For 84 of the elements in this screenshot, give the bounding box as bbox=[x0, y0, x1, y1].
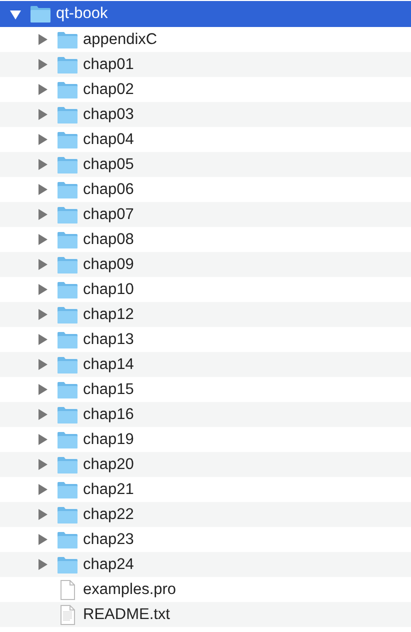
folder-icon bbox=[57, 380, 78, 400]
disclosure-triangle-icon[interactable] bbox=[37, 409, 48, 420]
disclosure-triangle-icon[interactable] bbox=[37, 459, 48, 470]
tree-row[interactable]: chap20 bbox=[0, 452, 411, 477]
item-label: chap02 bbox=[83, 80, 134, 98]
folder-icon bbox=[57, 230, 78, 250]
tree-row[interactable]: README.txt bbox=[0, 602, 411, 627]
tree-row[interactable]: qt-book bbox=[0, 1, 411, 27]
folder-icon bbox=[57, 154, 78, 174]
item-label: chap08 bbox=[83, 230, 134, 248]
tree-row[interactable]: chap12 bbox=[0, 302, 411, 327]
item-label: chap03 bbox=[83, 106, 134, 124]
disclosure-triangle-icon[interactable] bbox=[37, 384, 48, 395]
folder-icon bbox=[57, 54, 78, 74]
disclosure-triangle-icon[interactable] bbox=[37, 209, 48, 220]
disclosure-triangle-icon[interactable] bbox=[10, 8, 21, 20]
item-label: chap12 bbox=[83, 306, 134, 324]
item-label: chap13 bbox=[83, 330, 134, 348]
item-label: chap23 bbox=[83, 530, 134, 548]
tree-row[interactable]: chap09 bbox=[0, 252, 411, 277]
tree-row[interactable]: chap24 bbox=[0, 552, 411, 577]
folder-icon bbox=[57, 554, 78, 574]
disclosure-triangle-icon[interactable] bbox=[37, 159, 48, 170]
item-label: chap16 bbox=[83, 406, 134, 424]
folder-icon bbox=[57, 104, 78, 124]
item-label: chap09 bbox=[83, 256, 134, 274]
item-label: chap21 bbox=[83, 480, 134, 498]
tree-row[interactable]: chap16 bbox=[0, 402, 411, 427]
folder-icon bbox=[30, 4, 51, 24]
folder-icon bbox=[57, 454, 78, 474]
item-label: chap15 bbox=[83, 380, 134, 398]
disclosure-triangle-icon[interactable] bbox=[37, 509, 48, 520]
folder-icon bbox=[57, 354, 78, 374]
item-label: chap14 bbox=[83, 356, 134, 374]
disclosure-triangle-icon[interactable] bbox=[37, 434, 48, 445]
tree-row[interactable]: chap05 bbox=[0, 152, 411, 177]
item-label: qt-book bbox=[56, 5, 108, 23]
folder-icon bbox=[57, 480, 78, 500]
folder-icon bbox=[57, 404, 78, 424]
tree-row[interactable]: chap01 bbox=[0, 52, 411, 77]
item-label: chap19 bbox=[83, 430, 134, 448]
tree-row[interactable]: chap14 bbox=[0, 352, 411, 377]
disclosure-triangle-icon[interactable] bbox=[37, 259, 48, 270]
item-label: chap06 bbox=[83, 180, 134, 198]
disclosure-triangle-icon[interactable] bbox=[37, 559, 48, 570]
folder-icon bbox=[57, 304, 78, 324]
item-label: chap22 bbox=[83, 506, 134, 524]
item-label: README.txt bbox=[83, 606, 170, 624]
tree-row[interactable]: chap22 bbox=[0, 502, 411, 527]
disclosure-triangle-icon[interactable] bbox=[37, 484, 48, 495]
disclosure-triangle-icon[interactable] bbox=[37, 534, 48, 545]
tree-row[interactable]: chap03 bbox=[0, 102, 411, 127]
item-label: chap10 bbox=[83, 280, 134, 298]
folder-icon bbox=[57, 130, 78, 150]
folder-icon bbox=[57, 204, 78, 224]
folder-icon bbox=[57, 504, 78, 524]
item-label: chap04 bbox=[83, 130, 134, 148]
folder-icon bbox=[57, 530, 78, 550]
folder-icon bbox=[57, 30, 78, 50]
disclosure-triangle-icon[interactable] bbox=[37, 184, 48, 195]
disclosure-triangle-icon[interactable] bbox=[37, 34, 48, 45]
disclosure-triangle-icon[interactable] bbox=[37, 334, 48, 345]
folder-icon bbox=[57, 80, 78, 100]
disclosure-triangle-icon[interactable] bbox=[37, 84, 48, 95]
item-label: appendixC bbox=[83, 30, 158, 48]
disclosure-triangle-icon[interactable] bbox=[37, 234, 48, 245]
folder-icon bbox=[57, 330, 78, 350]
disclosure-triangle-icon[interactable] bbox=[37, 109, 48, 120]
item-label: chap07 bbox=[83, 206, 134, 224]
folder-icon bbox=[57, 280, 78, 300]
tree-row[interactable]: chap07 bbox=[0, 202, 411, 227]
disclosure-triangle-icon[interactable] bbox=[37, 134, 48, 145]
disclosure-triangle-icon[interactable] bbox=[37, 59, 48, 70]
disclosure-triangle-icon[interactable] bbox=[37, 284, 48, 295]
disclosure-triangle-icon[interactable] bbox=[37, 359, 48, 370]
folder-icon bbox=[57, 180, 78, 200]
item-label: chap01 bbox=[83, 56, 134, 74]
item-label: chap20 bbox=[83, 456, 134, 474]
item-label: examples.pro bbox=[83, 580, 176, 598]
disclosure-triangle-icon[interactable] bbox=[37, 309, 48, 320]
folder-icon bbox=[57, 254, 78, 274]
item-label: chap05 bbox=[83, 156, 134, 174]
folder-icon bbox=[57, 430, 78, 450]
item-label: chap24 bbox=[83, 556, 134, 574]
